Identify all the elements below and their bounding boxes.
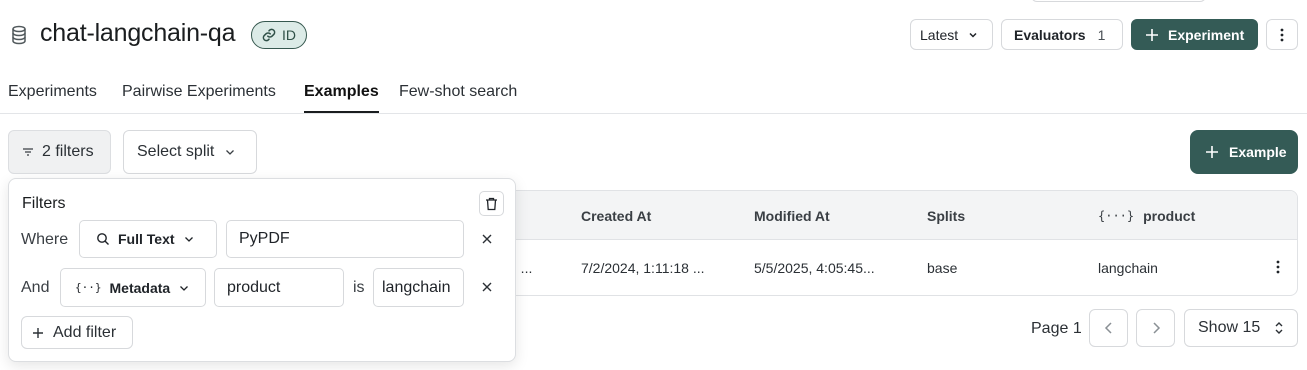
search-icon [96,232,110,246]
braces-icon: {···} [1098,209,1135,223]
clear-filters-button[interactable] [479,191,504,216]
add-filter-button[interactable]: Add filter [21,316,133,349]
example-label: Example [1229,144,1287,160]
filters-label: 2 filters [42,143,94,160]
metadata-key-input[interactable]: product [214,268,344,307]
tab-experiments[interactable]: Experiments [8,83,97,101]
more-options-button[interactable] [1266,19,1298,50]
column-header-modified-at[interactable]: Modified At [754,208,830,224]
tab-pairwise-experiments[interactable]: Pairwise Experiments [122,83,276,101]
chevron-right-icon [1151,321,1161,335]
select-split-label: Select split [137,143,215,160]
page-indicator: Page 1 [1031,320,1082,337]
filter-connector-where: Where [21,231,69,248]
filter-operator-label: is [353,279,365,296]
vertical-dots-icon [1280,28,1284,42]
remove-filter-button[interactable] [478,278,496,296]
column-header-created-at[interactable]: Created At [581,208,651,224]
braces-icon: {··} [75,281,102,294]
add-experiment-button[interactable]: Experiment [1131,19,1258,50]
top-clipped-element [1031,0,1206,2]
tab-examples[interactable]: Examples [304,83,379,101]
remove-filter-button[interactable] [478,230,496,248]
filter-type-label: Full Text [118,231,175,247]
id-badge-label: ID [282,27,296,43]
page-size-select[interactable]: Show 15 [1184,309,1298,347]
trash-icon [485,197,498,211]
page-title: chat-langchain-qa [40,19,236,47]
add-filter-label: Add filter [53,323,117,341]
id-badge[interactable]: ID [251,21,307,49]
latest-label: Latest [920,26,959,43]
chevron-updown-icon [1274,320,1284,336]
latest-dropdown[interactable]: Latest [910,19,993,50]
filter-connector-and: And [21,279,50,296]
vertical-dots-icon [1276,260,1280,274]
evaluators-label: Evaluators [1014,26,1086,43]
chevron-left-icon [1104,321,1114,335]
filters-popover: Filters Where Full Text PyPDF And {··} M… [8,178,516,362]
database-icon [9,24,29,46]
metadata-value-input[interactable]: langchain [373,268,464,307]
plus-icon [32,327,44,339]
filters-popover-title: Filters [22,195,66,212]
tabs-divider [0,113,1307,114]
full-text-value-input[interactable]: PyPDF [226,220,464,258]
row-actions-button[interactable] [1276,260,1280,274]
close-icon [482,234,492,244]
plus-icon [1204,144,1220,160]
cell-splits: base [927,260,958,276]
filter-type-select-full-text[interactable]: Full Text [79,220,217,258]
chevron-down-icon [178,282,190,294]
page-size-label: Show 15 [1198,319,1261,336]
experiment-label: Experiment [1168,26,1245,43]
close-icon [482,282,492,292]
filter-type-select-metadata[interactable]: {··} Metadata [60,268,206,307]
cell-product: langchain [1098,260,1158,276]
select-split-dropdown[interactable]: Select split [123,130,257,174]
evaluators-count: 1 [1097,26,1106,43]
column-header-product[interactable]: {···} product [1098,208,1195,224]
filters-button[interactable]: 2 filters [8,130,111,174]
next-page-button[interactable] [1136,309,1175,347]
link-icon [261,27,277,43]
cell-modified-at: 5/5/2025, 4:05:45... [754,260,875,276]
column-header-splits[interactable]: Splits [927,208,965,224]
tab-few-shot-search[interactable]: Few-shot search [399,83,517,101]
chevron-down-icon [183,233,195,245]
column-header-product-label: product [1143,208,1196,224]
filter-icon [22,147,34,157]
filter-type-label: Metadata [109,279,171,296]
cell-created-at: 7/2/2024, 1:11:18 ... [581,260,705,276]
plus-icon [1144,27,1160,43]
add-example-button[interactable]: Example [1190,130,1298,174]
evaluators-button[interactable]: Evaluators 1 [1001,19,1123,50]
chevron-down-icon [967,29,979,41]
prev-page-button[interactable] [1089,309,1128,347]
chevron-down-icon [224,146,236,158]
